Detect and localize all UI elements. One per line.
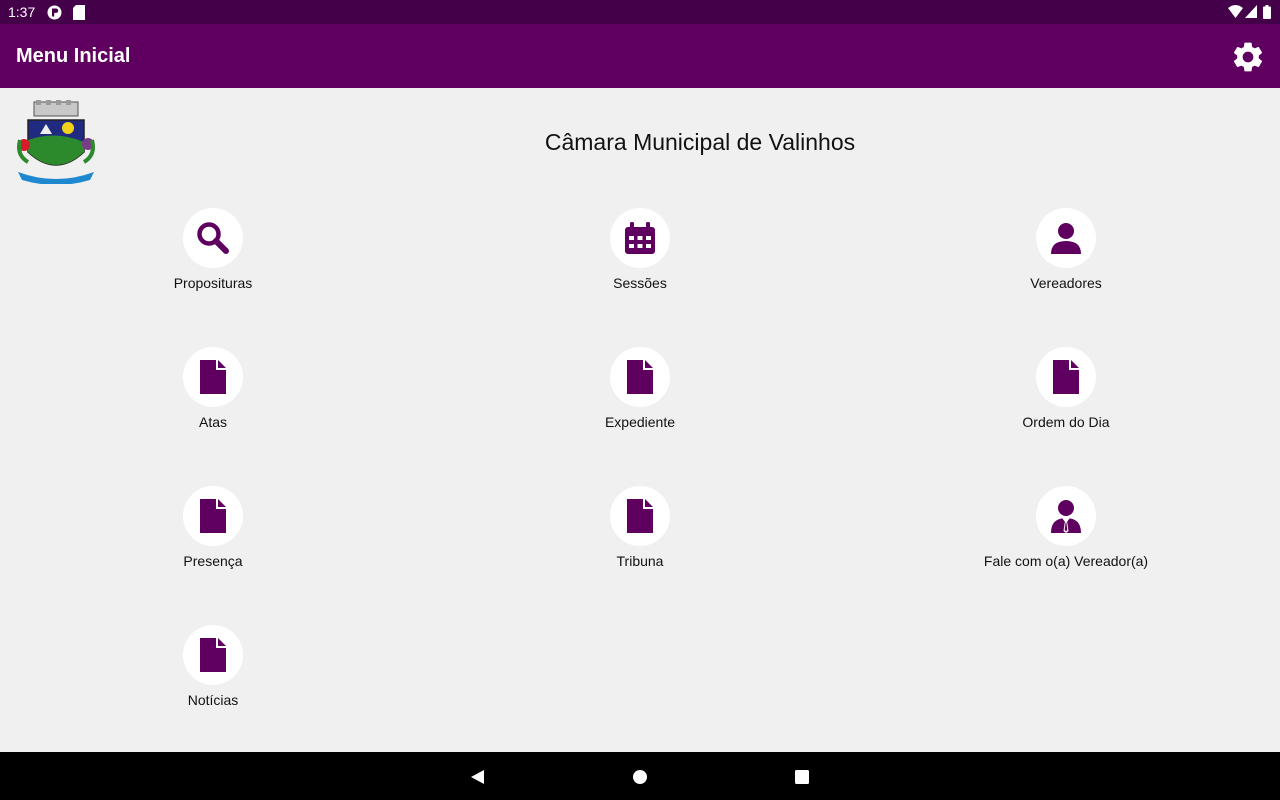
menu-item-noticias[interactable]: Notícias [93,625,333,735]
document-icon [200,360,226,394]
system-navigation-bar [0,752,1280,800]
menu-item-presenca[interactable]: Presença [93,486,333,596]
menu-icon-circle [610,486,670,546]
menu-item-label: Proposituras [173,275,253,291]
menu-item-label: Sessões [613,275,667,291]
menu-icon-circle [183,486,243,546]
search-icon [197,222,229,254]
menu-item-proposituras[interactable]: Proposituras [93,208,333,318]
home-icon[interactable] [629,766,651,788]
document-icon [627,499,653,533]
sd-card-icon [73,5,85,20]
settings-gear-icon[interactable] [1230,39,1266,75]
menu-item-fale-com-vereador[interactable]: Fale com o(a) Vereador(a) [946,486,1186,596]
person-icon [1051,223,1081,254]
menu-icon-circle [183,625,243,685]
wifi-icon [1228,5,1243,18]
menu-item-label: Tribuna [616,553,664,569]
menu-item-label: Ordem do Dia [1022,414,1110,430]
menu-item-sessoes[interactable]: Sessões [520,208,760,318]
menu-item-label: Vereadores [1030,275,1102,291]
recents-icon[interactable] [791,766,813,788]
menu-item-expediente[interactable]: Expediente [520,347,760,457]
menu-icon-circle [183,347,243,407]
menu-item-label: Expediente [604,414,676,430]
app-bar-title: Menu Inicial [16,45,131,67]
menu-icon-circle [610,208,670,268]
menu-icon-circle [1036,347,1096,407]
document-icon [1053,360,1079,394]
menu-icon-circle [183,208,243,268]
calendar-icon [625,222,655,254]
menu-item-ordem-do-dia[interactable]: Ordem do Dia [946,347,1186,457]
person-tie-icon [1051,500,1081,533]
menu-item-vereadores[interactable]: Vereadores [946,208,1186,318]
document-icon [627,360,653,394]
page-title: Câmara Municipal de Valinhos [544,129,856,155]
cell-signal-icon [1245,5,1257,18]
menu-icon-circle [610,347,670,407]
menu-item-label: Fale com o(a) Vereador(a) [983,553,1149,569]
menu-item-label: Atas [198,414,227,430]
menu-item-tribuna[interactable]: Tribuna [520,486,760,596]
app-bar: Menu Inicial [0,24,1280,88]
app-notification-icon [47,5,62,20]
battery-icon [1263,5,1271,19]
menu-icon-circle [1036,208,1096,268]
document-icon [200,499,226,533]
document-icon [200,638,226,672]
menu-item-label: Notícias [187,692,239,708]
menu-item-atas[interactable]: Atas [93,347,333,457]
back-icon[interactable] [467,766,489,788]
status-time: 1:37 [8,4,36,20]
menu-item-label: Presença [183,553,243,569]
status-bar: 1:37 [0,0,1280,24]
menu-icon-circle [1036,486,1096,546]
